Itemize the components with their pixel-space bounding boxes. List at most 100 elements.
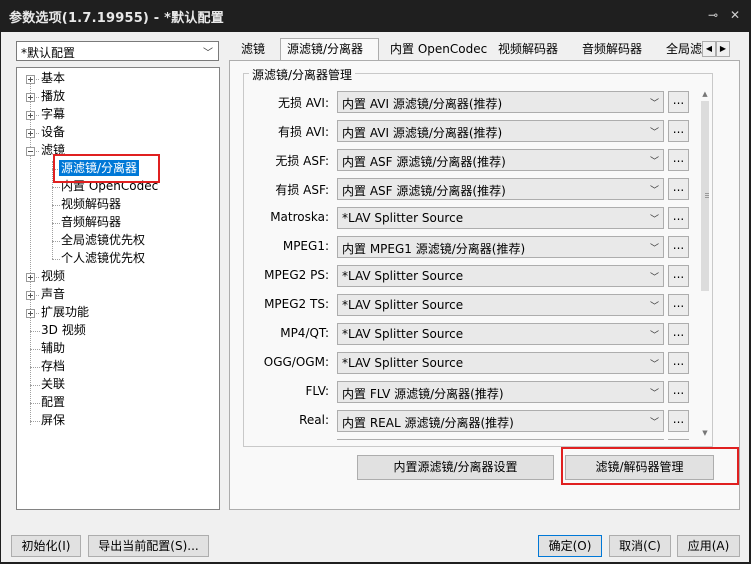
chevron-down-icon: ﹀ (649, 157, 659, 167)
close-icon[interactable]: ✕ (730, 8, 740, 22)
scroll-down-icon[interactable]: ▼ (700, 428, 710, 438)
tab-scroll-left-icon[interactable]: ◀ (702, 41, 716, 57)
builtin-splitter-settings-button[interactable]: 内置源滤镜/分离器设置 (357, 455, 554, 480)
tab-source-filter[interactable]: 源滤镜/分离器 (280, 38, 379, 61)
splitter-select[interactable]: 内置 AVI 源滤镜/分离器(推荐) ﹀ (337, 120, 664, 142)
tree-item-config[interactable]: 配置 (41, 394, 65, 410)
cancel-button[interactable]: 取消(C) (609, 535, 671, 557)
init-button[interactable]: 初始化(I) (11, 535, 81, 557)
tree-item-global-priority[interactable]: 全局滤镜优先权 (61, 232, 145, 248)
splitter-row: MPEG2 PS: *LAV Splitter Source ﹀ ... (253, 263, 697, 289)
more-button[interactable]: ... (668, 294, 689, 316)
row-label: 有损 ASF: (275, 183, 329, 197)
row-label: 无损 ASF: (275, 154, 329, 168)
chevron-down-icon: ﹀ (649, 302, 659, 312)
tree-item-screensaver[interactable]: 屏保 (41, 412, 65, 428)
splitter-row: 无损 AVI: 内置 AVI 源滤镜/分离器(推荐) ﹀ ... (253, 89, 697, 115)
row-label: FLV: (305, 384, 329, 398)
tree-item-extensions[interactable]: 扩展功能 (41, 304, 89, 320)
splitter-row: FLV: 内置 FLV 源滤镜/分离器(推荐) ﹀ ... (253, 379, 697, 405)
tree-item-association[interactable]: 关联 (41, 376, 65, 392)
tab-video-decoder[interactable]: 视频解码器 (492, 39, 564, 60)
splitter-select[interactable]: 内置 ASF 源滤镜/分离器(推荐) ﹀ (337, 178, 664, 200)
splitter-select[interactable]: *LAV Splitter Source ﹀ (337, 207, 664, 229)
tree-item-personal-priority[interactable]: 个人滤镜优先权 (61, 250, 145, 266)
splitter-select[interactable] (337, 439, 664, 440)
chevron-down-icon: ﹀ (649, 99, 659, 109)
highlight-box (561, 447, 739, 485)
splitter-select[interactable]: 内置 FLV 源滤镜/分离器(推荐) ﹀ (337, 381, 664, 403)
tree-item-video[interactable]: 视频 (41, 268, 65, 284)
tree-item-device[interactable]: 设备 (41, 124, 65, 140)
expand-icon[interactable] (26, 111, 35, 120)
splitter-select[interactable]: 内置 ASF 源滤镜/分离器(推荐) ﹀ (337, 149, 664, 171)
splitter-select[interactable]: *LAV Splitter Source ﹀ (337, 352, 664, 374)
more-button[interactable]: ... (668, 381, 689, 403)
highlight-box (53, 154, 160, 183)
splitter-select-value: 内置 REAL 源滤镜/分离器(推荐) (342, 416, 514, 430)
splitter-select-value: 内置 AVI 源滤镜/分离器(推荐) (342, 126, 503, 140)
more-button[interactable]: ... (668, 149, 689, 171)
scroll-up-icon[interactable]: ▲ (700, 89, 710, 99)
apply-button[interactable]: 应用(A) (677, 535, 740, 557)
pin-icon[interactable]: ⊸ (708, 8, 718, 22)
tree-item-playback[interactable]: 播放 (41, 88, 65, 104)
more-button[interactable]: ... (668, 236, 689, 258)
splitter-select-value: *LAV Splitter Source (342, 327, 464, 341)
tab-bar: 滤镜 源滤镜/分离器 内置 OpenCodec 视频解码器 音频解码器 全局滤 … (235, 38, 740, 61)
splitter-row: Matroska: *LAV Splitter Source ﹀ ... (253, 205, 697, 231)
more-button[interactable]: ... (668, 439, 689, 440)
chevron-down-icon: ﹀ (649, 418, 659, 428)
splitter-select[interactable]: *LAV Splitter Source ﹀ (337, 265, 664, 287)
expand-icon[interactable] (26, 129, 35, 138)
expand-icon[interactable] (26, 75, 35, 84)
expand-icon[interactable] (26, 309, 35, 318)
ok-button[interactable]: 确定(O) (538, 535, 602, 557)
expand-icon[interactable] (26, 273, 35, 282)
tab-filters[interactable]: 滤镜 (235, 39, 271, 60)
more-button[interactable]: ... (668, 352, 689, 374)
splitter-select-value: 内置 ASF 源滤镜/分离器(推荐) (342, 184, 506, 198)
splitter-select[interactable]: 内置 AVI 源滤镜/分离器(推荐) ﹀ (337, 91, 664, 113)
chevron-down-icon: ﹀ (649, 389, 659, 399)
list-scrollbar[interactable]: ▲ ▼ (699, 87, 711, 440)
splitter-select[interactable]: *LAV Splitter Source ﹀ (337, 294, 664, 316)
category-tree[interactable]: 基本 播放 字幕 设备 滤镜 源滤镜/分离器 内置 OpenCodec 视频解码… (16, 67, 220, 510)
tab-audio-decoder[interactable]: 音频解码器 (576, 39, 648, 60)
scroll-thumb[interactable] (701, 101, 709, 291)
tree-item-audio-decoder[interactable]: 音频解码器 (61, 214, 121, 230)
splitter-select[interactable]: *LAV Splitter Source ﹀ (337, 323, 664, 345)
tab-opencodec[interactable]: 内置 OpenCodec (384, 39, 493, 60)
row-label: MPEG1: (282, 239, 329, 253)
tree-item-audio[interactable]: 声音 (41, 286, 65, 302)
tab-scroll-right-icon[interactable]: ▶ (716, 41, 730, 57)
more-button[interactable]: ... (668, 91, 689, 113)
more-button[interactable]: ... (668, 323, 689, 345)
splitter-select-value: 内置 FLV 源滤镜/分离器(推荐) (342, 387, 504, 401)
splitter-row: MPEG2 TS: *LAV Splitter Source ﹀ ... (253, 292, 697, 318)
splitter-select-value: *LAV Splitter Source (342, 356, 464, 370)
more-button[interactable]: ... (668, 120, 689, 142)
more-button[interactable]: ... (668, 265, 689, 287)
tree-item-video-decoder[interactable]: 视频解码器 (61, 196, 121, 212)
more-button[interactable]: ... (668, 410, 689, 432)
more-button[interactable]: ... (668, 178, 689, 200)
tab-global-filter[interactable]: 全局滤 (660, 39, 708, 60)
splitter-row: 有损 ASF: 内置 ASF 源滤镜/分离器(推荐) ﹀ ... (253, 176, 697, 202)
tree-item-assist[interactable]: 辅助 (41, 340, 65, 356)
row-label: Matroska: (270, 210, 329, 224)
export-config-button[interactable]: 导出当前配置(S)... (88, 535, 209, 557)
row-label: 无损 AVI: (277, 96, 329, 110)
tree-item-basic[interactable]: 基本 (41, 70, 65, 86)
more-button[interactable]: ... (668, 207, 689, 229)
splitter-select[interactable]: 内置 REAL 源滤镜/分离器(推荐) ﹀ (337, 410, 664, 432)
preset-select[interactable]: *默认配置 ﹀ (16, 41, 219, 61)
tree-item-3d-video[interactable]: 3D 视频 (41, 322, 86, 338)
splitter-row: 有损 AVI: 内置 AVI 源滤镜/分离器(推荐) ﹀ ... (253, 118, 697, 144)
expand-icon[interactable] (26, 93, 35, 102)
splitter-select[interactable]: 内置 MPEG1 源滤镜/分离器(推荐) ﹀ (337, 236, 664, 258)
tree-item-subtitle[interactable]: 字幕 (41, 106, 65, 122)
expand-icon[interactable] (26, 291, 35, 300)
collapse-icon[interactable] (26, 147, 35, 156)
tree-item-archive[interactable]: 存档 (41, 358, 65, 374)
